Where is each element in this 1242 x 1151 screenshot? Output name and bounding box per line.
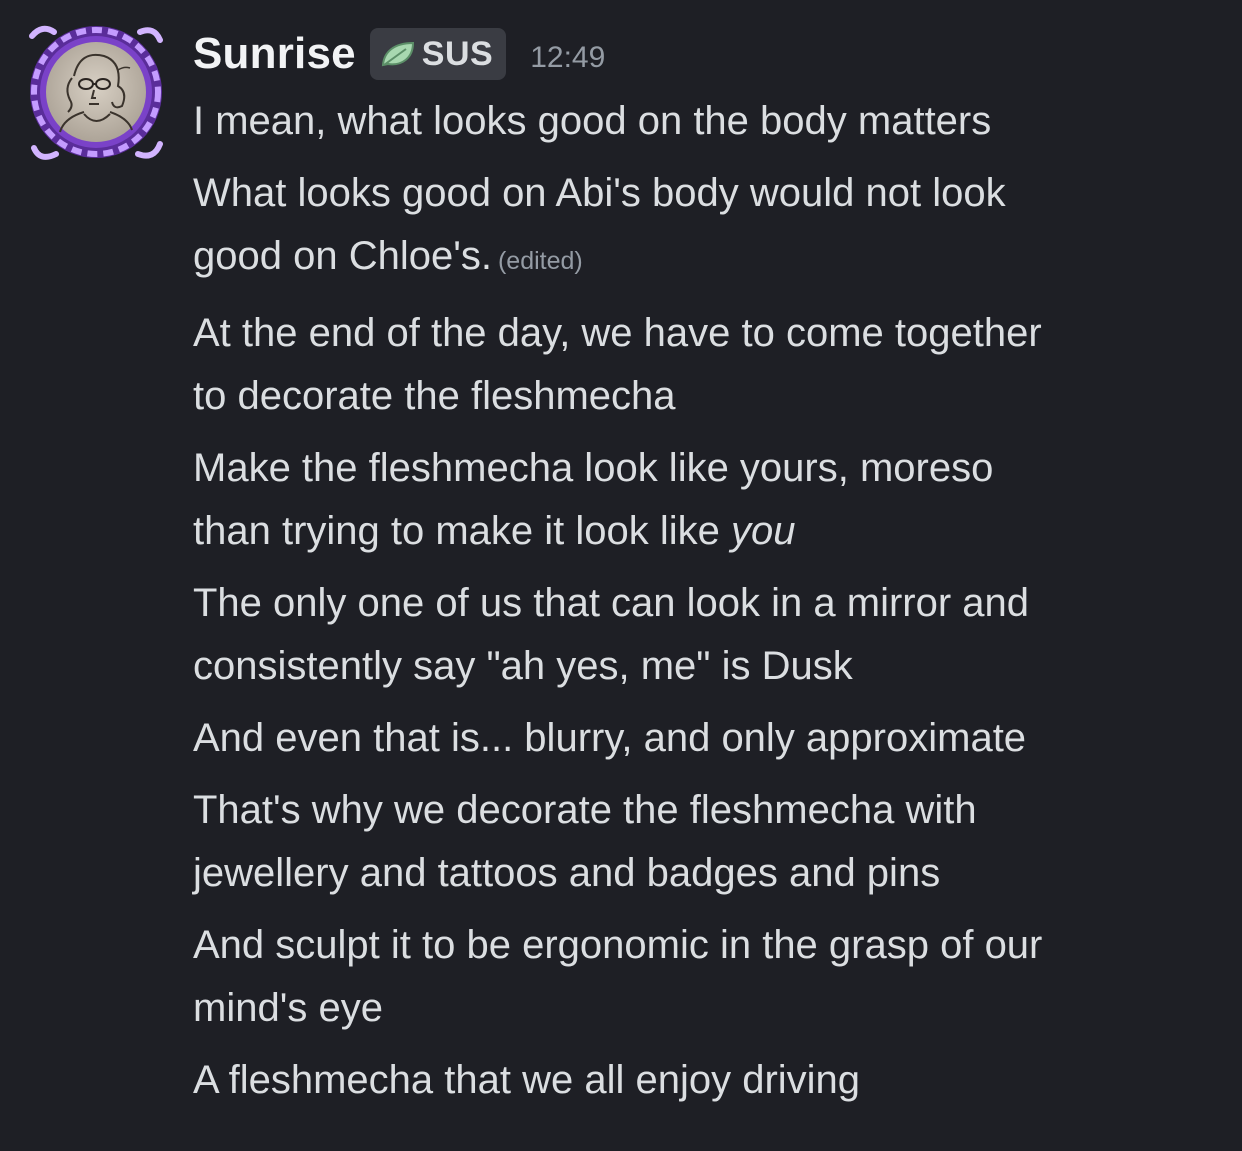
message-text: good on Chloe's. <box>193 234 492 278</box>
message-body: I mean, what looks good on the body matt… <box>193 90 1208 1121</box>
message-text: jewellery and tattoos and badges and pin… <box>193 851 941 895</box>
message-line: That's why we decorate the fleshmecha wi… <box>193 779 1208 905</box>
message-line: Make the fleshmecha look like yours, mor… <box>193 437 1208 563</box>
message-header: Sunrise SUS 12:49 <box>193 24 605 84</box>
message-line: And sculpt it to be ergonomic in the gra… <box>193 914 1208 1040</box>
edited-label: (edited) <box>497 247 583 275</box>
message-line: A fleshmecha that we all enjoy driving <box>193 1049 1208 1112</box>
user-avatar[interactable] <box>22 18 170 166</box>
message-text: What looks good on Abi's body would not … <box>193 171 1006 215</box>
message-text: That's why we decorate the fleshmecha wi… <box>193 788 977 832</box>
message-text: mind's eye <box>193 986 383 1030</box>
message-line: I mean, what looks good on the body matt… <box>193 90 1208 153</box>
message-line: And even that is... blurry, and only app… <box>193 707 1208 770</box>
message-text: I mean, what looks good on the body matt… <box>193 99 992 143</box>
chat-message-group: Sunrise SUS 12:49 I mean, what looks goo… <box>0 0 1242 1151</box>
message-line: The only one of us that can look in a mi… <box>193 572 1208 698</box>
message-text: And sculpt it to be ergonomic in the gra… <box>193 923 1043 967</box>
message-text: A fleshmecha that we all enjoy driving <box>193 1058 861 1102</box>
message-line: What looks good on Abi's body would not … <box>193 162 1208 293</box>
emphasis-text: you <box>731 509 796 553</box>
server-tag[interactable]: SUS <box>369 28 507 80</box>
username[interactable]: Sunrise <box>193 29 356 79</box>
message-text: to decorate the fleshmecha <box>193 374 676 418</box>
avatar-portrait-icon <box>29 25 163 160</box>
message-text: than trying to make it look like <box>193 509 732 553</box>
leaf-icon <box>381 41 414 67</box>
message-text: The only one of us that can look in a mi… <box>193 581 1030 625</box>
server-tag-label: SUS <box>421 34 494 73</box>
message-timestamp[interactable]: 12:49 <box>530 33 605 75</box>
message-line: At the end of the day, we have to come t… <box>193 302 1208 428</box>
message-text: consistently say "ah yes, me" is Dusk <box>193 644 853 688</box>
message-text: And even that is... blurry, and only app… <box>193 716 1027 760</box>
message-text: Make the fleshmecha look like yours, mor… <box>193 446 994 490</box>
message-text: At the end of the day, we have to come t… <box>193 311 1042 355</box>
